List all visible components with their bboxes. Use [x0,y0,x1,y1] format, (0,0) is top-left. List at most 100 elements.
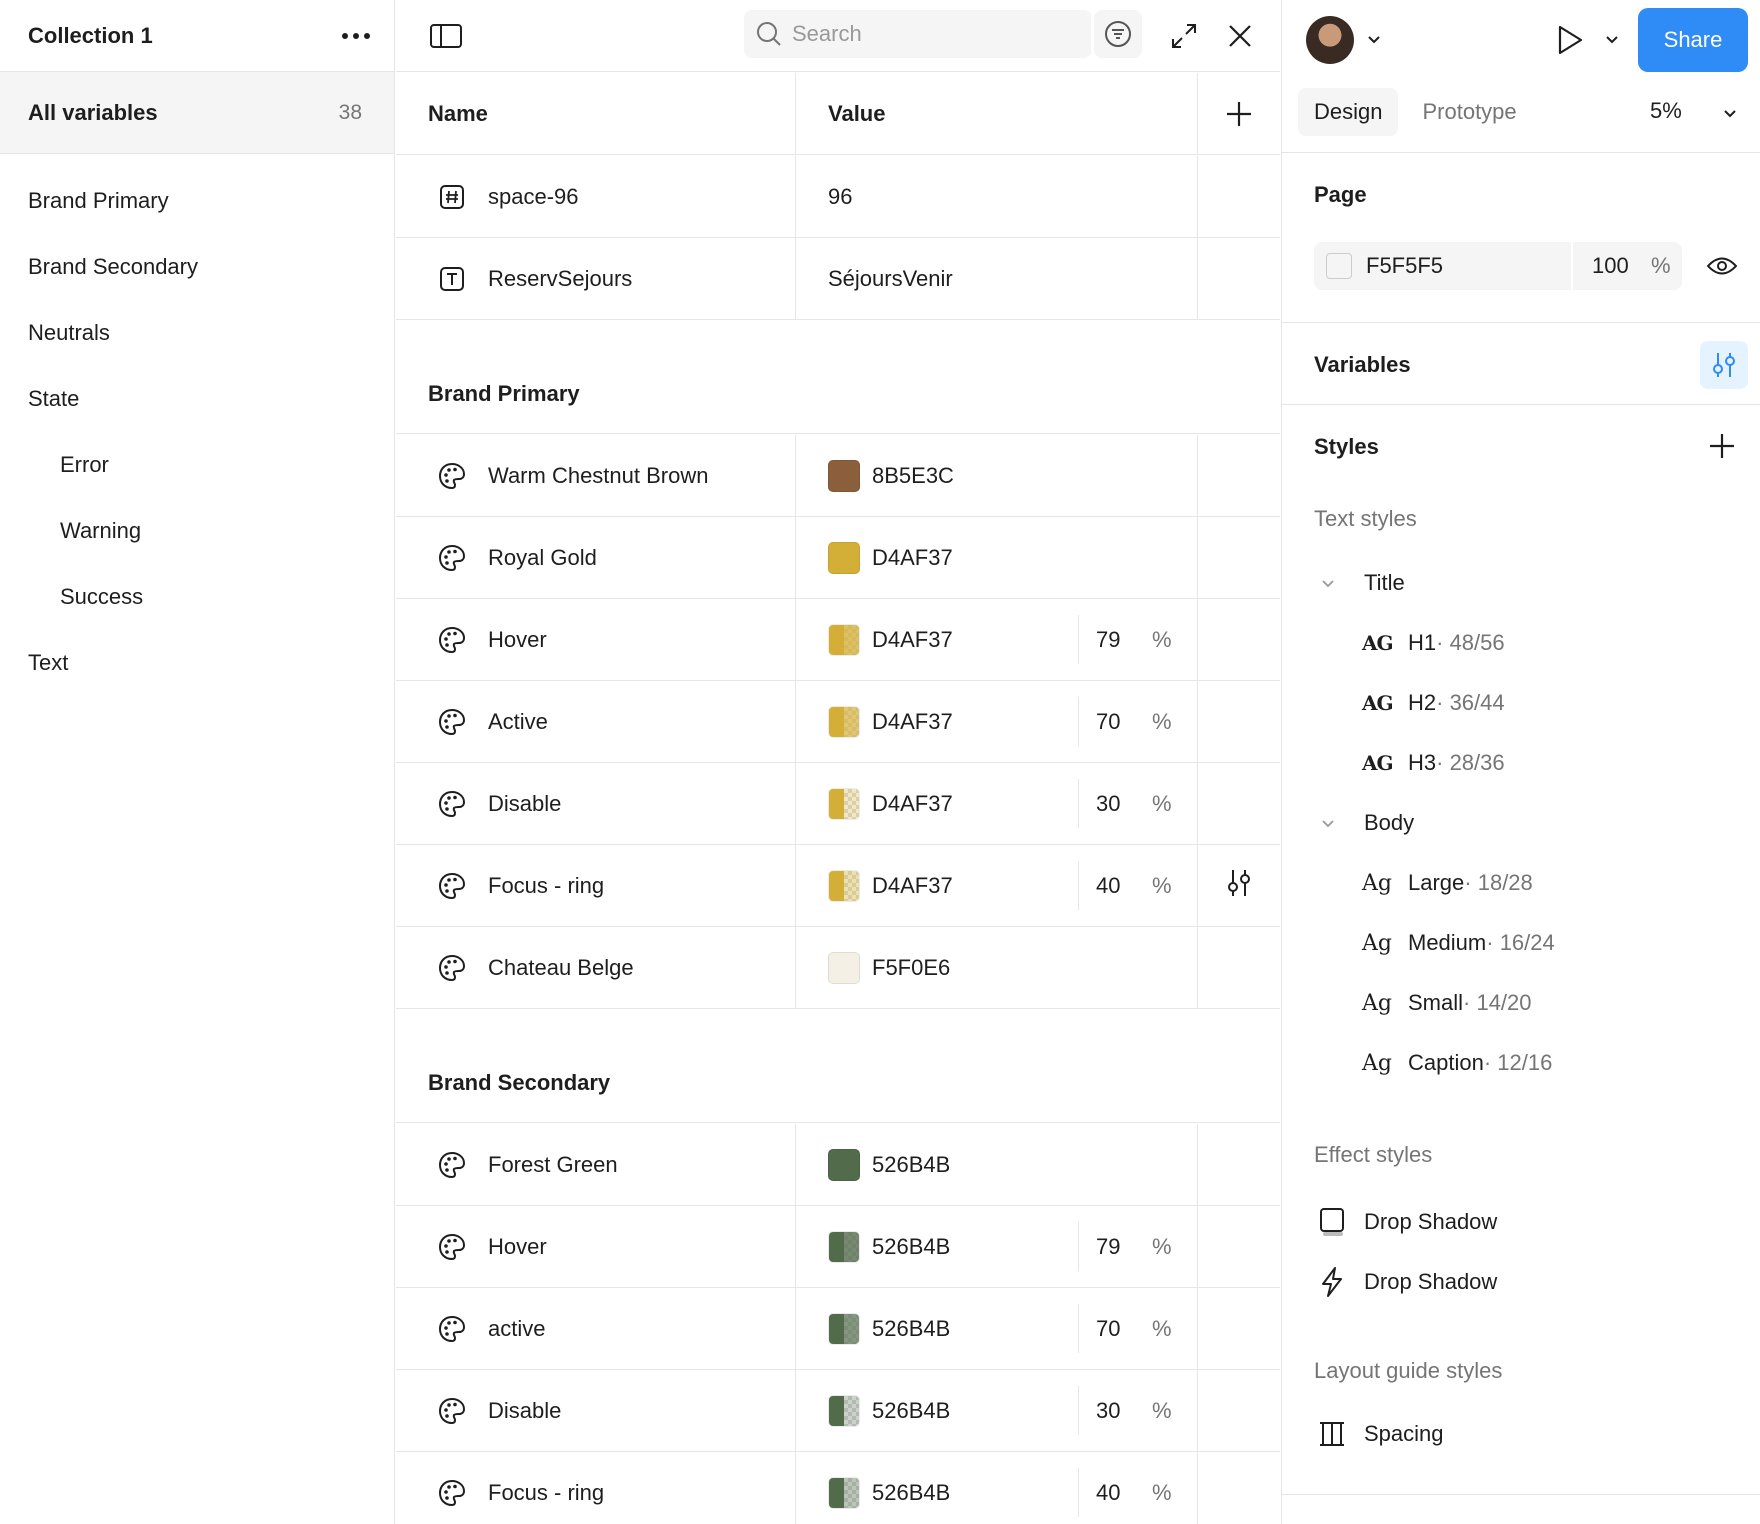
color-swatch[interactable] [828,459,860,492]
table-row[interactable]: Royal Gold D4AF37 [396,517,1280,599]
opacity-value[interactable]: 79 [1096,627,1120,653]
name-cell[interactable]: ReservSejours [396,238,796,319]
opacity-value[interactable]: 40 [1096,1480,1120,1506]
name-cell[interactable]: space-96 [396,156,796,237]
table-row[interactable]: active 526B4B 70% [396,1288,1280,1370]
name-cell[interactable]: active [396,1288,796,1369]
name-cell[interactable]: Hover [396,599,796,680]
value-cell[interactable]: 526B4B 40% [796,1452,1198,1524]
table-row[interactable]: Focus - ring 526B4B 40% [396,1452,1280,1524]
page-fill-swatch[interactable] [1326,253,1352,279]
color-swatch[interactable] [828,1230,860,1263]
table-row[interactable]: Hover 526B4B 79% [396,1206,1280,1288]
group-item[interactable]: Text [0,630,394,696]
value-cell[interactable]: D4AF37 30% [796,763,1198,844]
color-swatch[interactable] [828,1312,860,1345]
opacity-value[interactable]: 30 [1096,791,1120,817]
value-cell[interactable]: D4AF37 40% [796,845,1198,926]
color-swatch[interactable] [828,541,860,574]
color-swatch[interactable] [828,869,860,902]
group-item[interactable]: Brand Secondary [0,234,394,300]
tab-design[interactable]: Design [1298,88,1399,136]
name-cell[interactable]: Chateau Belge [396,927,796,1008]
opacity-value[interactable]: 79 [1096,1234,1120,1260]
expand-icon[interactable] [1166,18,1202,54]
eye-icon[interactable] [1704,250,1740,282]
chevron-down-icon[interactable] [1318,574,1338,594]
group-item[interactable]: Brand Primary [0,168,394,234]
value-cell[interactable]: 526B4B 30% [796,1370,1198,1451]
chevron-down-icon[interactable] [1318,814,1338,834]
add-variable-icon[interactable] [1198,73,1280,154]
color-swatch[interactable] [828,1394,860,1427]
text-style-item[interactable]: Ag Medium · 16/24 [1362,930,1555,956]
avatar[interactable] [1306,16,1354,64]
color-swatch[interactable] [828,1148,860,1181]
edit-variable-icon[interactable] [1224,868,1254,904]
table-row[interactable]: Focus - ring D4AF37 40% [396,845,1280,927]
play-icon[interactable] [1552,20,1588,60]
effect-style-item[interactable]: Drop Shadow [1318,1206,1497,1238]
all-variables-item[interactable]: All variables 38 [0,72,394,154]
text-style-item[interactable]: Ag Small · 14/20 [1362,990,1532,1016]
name-cell[interactable]: Active [396,681,796,762]
value-cell[interactable]: D4AF37 [796,517,1198,598]
page-fill-hex[interactable]: F5F5F5 [1366,253,1443,279]
text-style-item[interactable]: Ag Large · 18/28 [1362,870,1533,896]
group-item[interactable]: Neutrals [0,300,394,366]
value-cell[interactable]: SéjoursVenir [796,238,1198,319]
text-style-item[interactable]: AG H1 · 48/56 [1362,630,1505,656]
layout-guide-item[interactable]: Spacing [1318,1420,1444,1448]
name-cell[interactable]: Warm Chestnut Brown [396,435,796,516]
table-row[interactable]: Hover D4AF37 79% [396,599,1280,681]
color-swatch[interactable] [828,787,860,820]
sidebar-toggle-icon[interactable] [428,18,464,54]
value-cell[interactable]: 526B4B 70% [796,1288,1198,1369]
name-cell[interactable]: Royal Gold [396,517,796,598]
value-cell[interactable]: 526B4B 79% [796,1206,1198,1287]
name-cell[interactable]: Disable [396,1370,796,1451]
value-cell[interactable]: 8B5E3C [796,435,1198,516]
table-row[interactable]: Chateau Belge F5F0E6 [396,927,1280,1009]
tab-prototype[interactable]: Prototype [1406,88,1532,136]
name-cell[interactable]: Hover [396,1206,796,1287]
value-cell[interactable]: 96 [796,156,1198,237]
value-cell[interactable]: D4AF37 70% [796,681,1198,762]
search-input[interactable]: Search [744,10,1092,58]
filter-icon[interactable] [1094,10,1142,58]
text-style-item[interactable]: Ag Caption · 12/16 [1362,1050,1552,1076]
opacity-value[interactable]: 40 [1096,873,1120,899]
group-item[interactable]: Error [0,432,394,498]
name-cell[interactable]: Focus - ring [396,845,796,926]
table-row[interactable]: Disable 526B4B 30% [396,1370,1280,1452]
add-style-icon[interactable] [1706,430,1738,462]
table-row[interactable]: Forest Green 526B4B [396,1124,1280,1206]
color-swatch[interactable] [828,1476,860,1509]
table-row[interactable]: Disable D4AF37 30% [396,763,1280,845]
zoom-chevron-icon[interactable] [1718,102,1742,126]
opacity-value[interactable]: 70 [1096,1316,1120,1342]
opacity-value[interactable]: 30 [1096,1398,1120,1424]
value-cell[interactable]: F5F0E6 [796,927,1198,1008]
table-row[interactable]: Warm Chestnut Brown 8B5E3C [396,435,1280,517]
zoom-level[interactable]: 5% [1650,98,1682,124]
table-row[interactable]: ReservSejours SéjoursVenir [396,238,1280,320]
text-style-item[interactable]: AG H3 · 28/36 [1362,750,1505,776]
style-group-label[interactable]: Body [1364,810,1414,836]
group-item[interactable]: Success [0,564,394,630]
value-cell[interactable]: 526B4B [796,1124,1198,1205]
page-fill-opacity[interactable]: 100 [1592,253,1629,279]
opacity-value[interactable]: 70 [1096,709,1120,735]
name-cell[interactable]: Disable [396,763,796,844]
play-options-chevron-icon[interactable] [1600,28,1624,52]
style-group-label[interactable]: Title [1364,570,1405,596]
row-actions-cell[interactable] [1198,845,1280,926]
table-row[interactable]: space-96 96 [396,156,1280,238]
share-button[interactable]: Share [1638,8,1748,72]
page-fill-field[interactable]: F5F5F5 100 % [1314,242,1682,290]
group-item[interactable]: State [0,366,394,432]
table-row[interactable]: Active D4AF37 70% [396,681,1280,763]
close-icon[interactable] [1222,18,1258,54]
color-swatch[interactable] [828,623,860,656]
value-cell[interactable]: D4AF37 79% [796,599,1198,680]
